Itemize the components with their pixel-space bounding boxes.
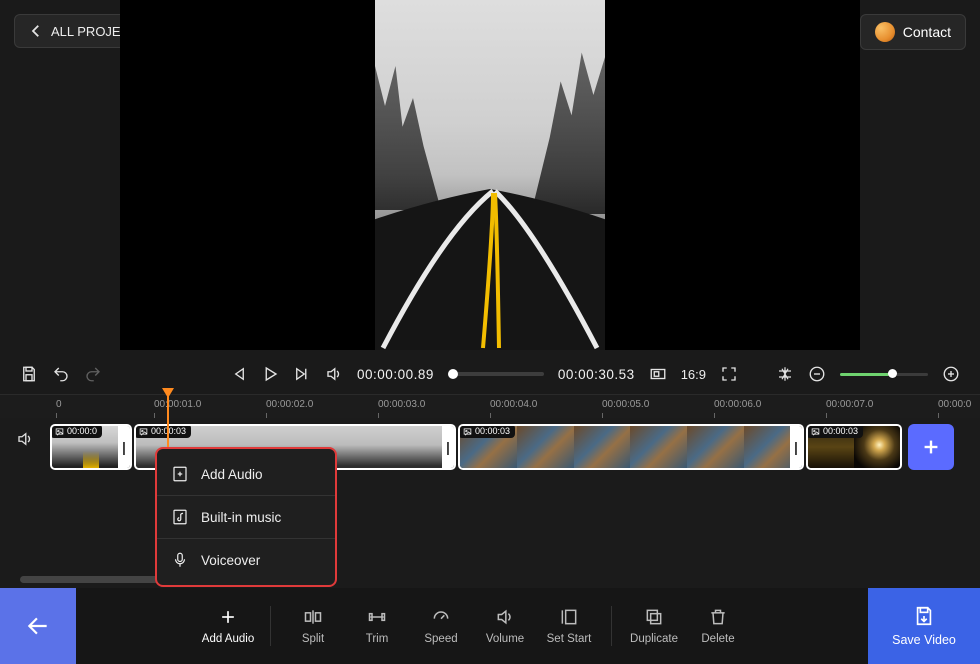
trim-icon xyxy=(367,607,387,627)
ruler-tick: 0 xyxy=(56,399,62,410)
set-start-icon xyxy=(559,607,579,627)
ruler-tick: 00:00:0 xyxy=(938,399,971,410)
track-audio-icon[interactable] xyxy=(16,430,34,448)
chevron-left-icon xyxy=(27,22,45,40)
contact-button[interactable]: Contact xyxy=(860,14,966,50)
contact-label: Contact xyxy=(903,24,951,40)
tool-label: Trim xyxy=(366,633,389,645)
cut-icon[interactable] xyxy=(776,365,794,383)
ruler-tick: 00:00:06.0 xyxy=(714,399,761,410)
save-video-button[interactable]: Save Video xyxy=(868,588,980,664)
clip-label: 00:00:03 xyxy=(134,424,191,438)
zoom-out-icon[interactable] xyxy=(808,365,826,383)
next-frame-icon[interactable] xyxy=(293,365,311,383)
back-button[interactable] xyxy=(0,588,76,664)
tool-label: Duplicate xyxy=(630,633,678,645)
tool-duplicate[interactable]: Duplicate xyxy=(622,607,686,645)
tool-speed[interactable]: Speed xyxy=(409,607,473,645)
timeline-ruler[interactable]: 0 00:00:01.0 00:00:02.0 00:00:03.0 00:00… xyxy=(0,394,980,418)
duplicate-icon xyxy=(644,607,664,627)
previous-frame-icon[interactable] xyxy=(229,365,247,383)
seek-bar[interactable] xyxy=(448,372,544,376)
clip-trim-handle[interactable]: | xyxy=(790,426,802,468)
tool-set-start[interactable]: Set Start xyxy=(537,607,601,645)
arrow-left-icon xyxy=(25,613,51,639)
tool-add-audio[interactable]: Add Audio xyxy=(196,607,260,645)
tool-label: Volume xyxy=(486,633,524,645)
current-time: 00:00:00.89 xyxy=(357,367,434,382)
clip-trim-handle[interactable]: | xyxy=(118,426,130,468)
music-note-icon xyxy=(171,508,189,526)
split-icon xyxy=(303,607,323,627)
clip[interactable]: 00:00:03 xyxy=(806,424,902,470)
save-video-icon xyxy=(913,605,935,627)
preview-frame xyxy=(375,0,605,350)
volume-icon xyxy=(495,607,515,627)
ruler-tick: 00:00:04.0 xyxy=(490,399,537,410)
tool-split[interactable]: Split xyxy=(281,607,345,645)
tool-delete[interactable]: Delete xyxy=(686,607,750,645)
clip[interactable]: 00:00:03 | xyxy=(458,424,804,470)
tool-label: Delete xyxy=(701,633,734,645)
menu-label: Voiceover xyxy=(201,553,260,568)
aspect-ratio-label: 16:9 xyxy=(681,367,706,382)
speed-icon xyxy=(431,607,451,627)
playback-controls: 00:00:00.89 00:00:30.53 16:9 xyxy=(0,356,980,392)
save-video-label: Save Video xyxy=(892,633,956,647)
clip-label: 00:00:03 xyxy=(458,424,515,438)
fullscreen-icon[interactable] xyxy=(720,365,738,383)
play-icon[interactable] xyxy=(261,365,279,383)
undo-icon[interactable] xyxy=(52,365,70,383)
ruler-tick: 00:00:07.0 xyxy=(826,399,873,410)
total-time: 00:00:30.53 xyxy=(558,367,635,382)
redo-icon xyxy=(84,365,102,383)
mute-icon[interactable] xyxy=(325,365,343,383)
support-avatar-icon xyxy=(875,22,895,42)
menu-item-add-audio[interactable]: Add Audio xyxy=(157,453,335,495)
bottom-toolbar: Add Audio Split Trim Speed Volume Set St… xyxy=(0,588,980,664)
separator xyxy=(270,606,271,646)
ruler-tick: 00:00:03.0 xyxy=(378,399,425,410)
menu-item-builtin-music[interactable]: Built-in music xyxy=(157,495,335,538)
aspect-ratio-icon[interactable] xyxy=(649,365,667,383)
tool-label: Speed xyxy=(424,633,457,645)
tool-label: Split xyxy=(302,633,324,645)
timeline: 00:00:0 | 00:00:03 | 00:00:03 | 00:00:03 xyxy=(0,418,980,590)
clip[interactable]: 00:00:0 | xyxy=(50,424,132,470)
clip-trim-handle[interactable]: | xyxy=(442,426,454,468)
tool-label: Add Audio xyxy=(202,633,254,645)
ruler-tick: 00:00:01.0 xyxy=(154,399,201,410)
timeline-scrollbar[interactable] xyxy=(20,576,160,583)
clip-label: 00:00:03 xyxy=(806,424,863,438)
plus-icon xyxy=(218,607,238,627)
tool-label: Set Start xyxy=(547,633,592,645)
ruler-tick: 00:00:05.0 xyxy=(602,399,649,410)
video-preview xyxy=(120,0,860,350)
clip-label: 00:00:0 xyxy=(50,424,102,438)
delete-icon xyxy=(708,607,728,627)
zoom-slider[interactable] xyxy=(840,373,928,376)
menu-item-voiceover[interactable]: Voiceover xyxy=(157,538,335,581)
ruler-tick: 00:00:02.0 xyxy=(266,399,313,410)
menu-label: Built-in music xyxy=(201,510,281,525)
tool-trim[interactable]: Trim xyxy=(345,607,409,645)
separator xyxy=(611,606,612,646)
microphone-icon xyxy=(171,551,189,569)
add-audio-menu: Add Audio Built-in music Voiceover xyxy=(155,447,337,587)
add-file-icon xyxy=(171,465,189,483)
menu-label: Add Audio xyxy=(201,467,263,482)
zoom-in-icon[interactable] xyxy=(942,365,960,383)
tool-volume[interactable]: Volume xyxy=(473,607,537,645)
add-clip-button[interactable] xyxy=(908,424,954,470)
save-icon[interactable] xyxy=(20,365,38,383)
